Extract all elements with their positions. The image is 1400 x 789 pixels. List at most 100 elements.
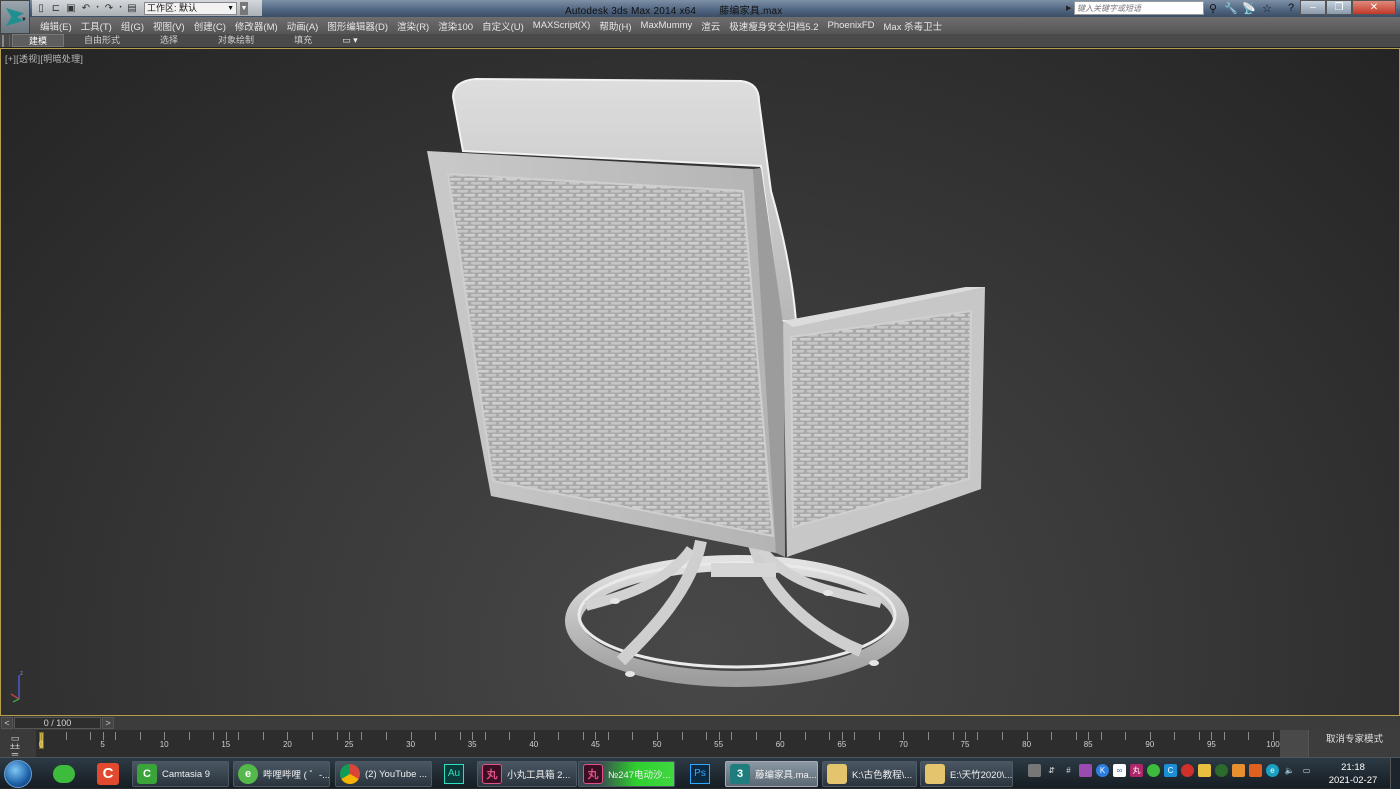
menu-maxmummy[interactable]: MaxMummy xyxy=(641,20,702,31)
taskbar-pinned-wechat[interactable] xyxy=(48,761,80,787)
frame-tick xyxy=(1088,732,1090,740)
redo-icon[interactable]: ↷ xyxy=(103,3,115,14)
menu-renyun[interactable]: 渲云 xyxy=(701,19,729,33)
wechat-tray-icon[interactable] xyxy=(1147,764,1160,777)
favorites-star-icon[interactable]: ☆ xyxy=(1258,2,1276,15)
menu-animation[interactable]: 动画(A) xyxy=(287,19,328,33)
close-button[interactable]: ✕ xyxy=(1352,0,1396,15)
binoculars-icon[interactable]: ⚲ xyxy=(1204,2,1222,15)
cloud-drive-icon[interactable]: ∞ xyxy=(1113,764,1126,777)
workspace-dropdown[interactable]: 工作区: 默认 ▼ xyxy=(144,1,237,15)
menu-edit[interactable]: 编辑(E) xyxy=(40,19,81,33)
frame-tick xyxy=(1125,732,1127,740)
menu-group[interactable]: 组(G) xyxy=(121,19,153,33)
next-frame-button[interactable]: > xyxy=(102,717,114,729)
frame-tick xyxy=(657,732,658,740)
swivel-base xyxy=(565,539,909,687)
taskbar-3dsmax[interactable]: 3 藤编家具.ma... xyxy=(725,761,818,787)
ribbon-grip-handle[interactable] xyxy=(2,34,10,47)
save-icon[interactable]: ▣ xyxy=(65,3,77,14)
time-slider-handle[interactable]: 0 / 100 xyxy=(14,717,101,729)
tab-selection[interactable]: 选择 xyxy=(140,34,198,47)
tab-modeling[interactable]: 建模 xyxy=(12,34,65,47)
help-search-input[interactable] xyxy=(1074,1,1204,15)
taskbar-bilibili[interactable]: e 哔哩哔哩 ( ゜-... xyxy=(233,761,330,787)
menu-slim-archive[interactable]: 极速瘦身安全归档5.2 xyxy=(729,19,827,33)
taskbar-chrome[interactable]: (2) YouTube ... xyxy=(335,761,432,787)
menu-customize[interactable]: 自定义(U) xyxy=(482,19,533,33)
new-file-icon[interactable]: ▯ xyxy=(35,3,47,14)
taskbar-xiaowan-toolbox[interactable]: 丸 小丸工具箱 2... xyxy=(477,761,577,787)
tab-freeform[interactable]: 自由形式 xyxy=(64,34,140,47)
start-button[interactable] xyxy=(4,760,32,788)
card-icon[interactable] xyxy=(1198,764,1211,777)
open-file-icon[interactable]: ⊏ xyxy=(50,3,62,14)
volume-icon[interactable]: 🔈 xyxy=(1283,764,1296,777)
menu-help[interactable]: 帮助(H) xyxy=(599,19,640,33)
redo-dropdown-icon[interactable]: • xyxy=(118,3,123,14)
ribbon-toggle-button[interactable]: ▭ ▾ xyxy=(342,35,358,46)
tray-orange-icon[interactable] xyxy=(1232,764,1245,777)
taskbar-label: Camtasia 9 xyxy=(162,768,211,780)
frame-tick-label: 85 xyxy=(1083,740,1093,749)
project-folder-icon[interactable]: ▤ xyxy=(126,3,138,14)
track-ruler[interactable]: 0 5 10 15 20 25 30 35 40 45 50 55 60 65 70 75 80 85 90 95 10… xyxy=(36,730,1280,757)
mini-curve-editor-icon[interactable]: ▭ ±± ═ xyxy=(4,734,26,759)
cancel-expert-mode-button[interactable]: 取消专家模式 xyxy=(1308,730,1400,757)
taskbar-explorer-k[interactable]: K:\古色教程\... xyxy=(822,761,917,787)
taskbar-photoshop[interactable]: Ps xyxy=(684,761,716,787)
tab-object-paint[interactable]: 对象绘制 xyxy=(198,34,274,47)
kuaibo-icon[interactable]: K xyxy=(1096,764,1109,777)
frame-tick xyxy=(681,732,683,740)
maximize-button[interactable]: ❐ xyxy=(1326,0,1352,15)
tray-app-icon[interactable] xyxy=(1079,764,1092,777)
frame-tick xyxy=(1223,732,1225,740)
network-hub-icon[interactable]: # xyxy=(1062,764,1075,777)
tab-populate[interactable]: 填充 xyxy=(274,34,332,47)
frame-tick xyxy=(472,732,474,740)
subscription-wrench-icon[interactable]: 🔧 xyxy=(1222,2,1240,15)
chair-model[interactable] xyxy=(1,49,1400,716)
menu-render100[interactable]: 渲染100 xyxy=(438,19,482,33)
menu-max-antivirus[interactable]: Max 杀毒卫士 xyxy=(884,19,952,33)
help-icon[interactable]: ? xyxy=(1282,2,1300,14)
browser-e-icon[interactable]: e xyxy=(1266,764,1279,777)
perspective-viewport[interactable]: [+][透视][明暗处理] z xyxy=(0,48,1400,716)
xiaowan-tray-icon[interactable]: 丸 xyxy=(1130,764,1143,777)
expand-arrow-icon[interactable]: ▶ xyxy=(1066,4,1074,12)
keyboard-icon[interactable] xyxy=(1028,764,1041,777)
prev-frame-button[interactable]: < xyxy=(1,717,13,729)
sync-icon[interactable]: C xyxy=(1164,764,1177,777)
frame-tick xyxy=(435,732,437,740)
workspace-label: 工作区: 默认 xyxy=(147,2,198,13)
qq-icon[interactable] xyxy=(1181,764,1194,777)
taskbar-explorer-e[interactable]: E:\天竹2020\... xyxy=(920,761,1013,787)
menu-phoenixfd[interactable]: PhoenixFD xyxy=(828,20,884,31)
taskbar-pinned-camtasia-recorder[interactable]: C xyxy=(92,761,124,787)
taskbar-xiaowan-job[interactable]: 丸 №247电动沙... xyxy=(578,761,675,787)
menu-tools[interactable]: 工具(T) xyxy=(81,19,121,33)
clock[interactable]: 21:18 2021-02-27 xyxy=(1322,761,1384,787)
menu-modifiers[interactable]: 修改器(M) xyxy=(235,19,287,33)
communication-center-icon[interactable]: 📡 xyxy=(1240,2,1258,15)
undo-icon[interactable]: ↶ xyxy=(80,3,92,14)
undo-dropdown-icon[interactable]: • xyxy=(95,3,100,14)
show-desktop-button[interactable] xyxy=(1390,758,1400,789)
input-method-icon[interactable]: ⇵ xyxy=(1045,764,1058,777)
menu-rendering[interactable]: 渲染(R) xyxy=(397,19,438,33)
security-shield-icon[interactable] xyxy=(1249,764,1262,777)
xiaowan-icon: 丸 xyxy=(482,764,502,784)
customize-qat-button[interactable]: ▼ xyxy=(240,1,248,15)
nvidia-icon[interactable] xyxy=(1215,764,1228,777)
menu-views[interactable]: 视图(V) xyxy=(153,19,194,33)
network-icon[interactable]: ▭ xyxy=(1300,764,1313,777)
taskbar-camtasia[interactable]: C Camtasia 9 xyxy=(132,761,229,787)
chevron-down-icon: ▼ xyxy=(227,4,234,12)
menu-maxscript[interactable]: MAXScript(X) xyxy=(533,20,600,31)
frame-tick xyxy=(238,732,240,740)
menu-create[interactable]: 创建(C) xyxy=(194,19,235,33)
menu-graph-editors[interactable]: 图形编辑器(D) xyxy=(327,19,397,33)
application-button[interactable]: ▼ xyxy=(0,0,30,34)
taskbar-audition[interactable]: Au xyxy=(438,761,470,787)
minimize-button[interactable]: – xyxy=(1300,0,1326,15)
